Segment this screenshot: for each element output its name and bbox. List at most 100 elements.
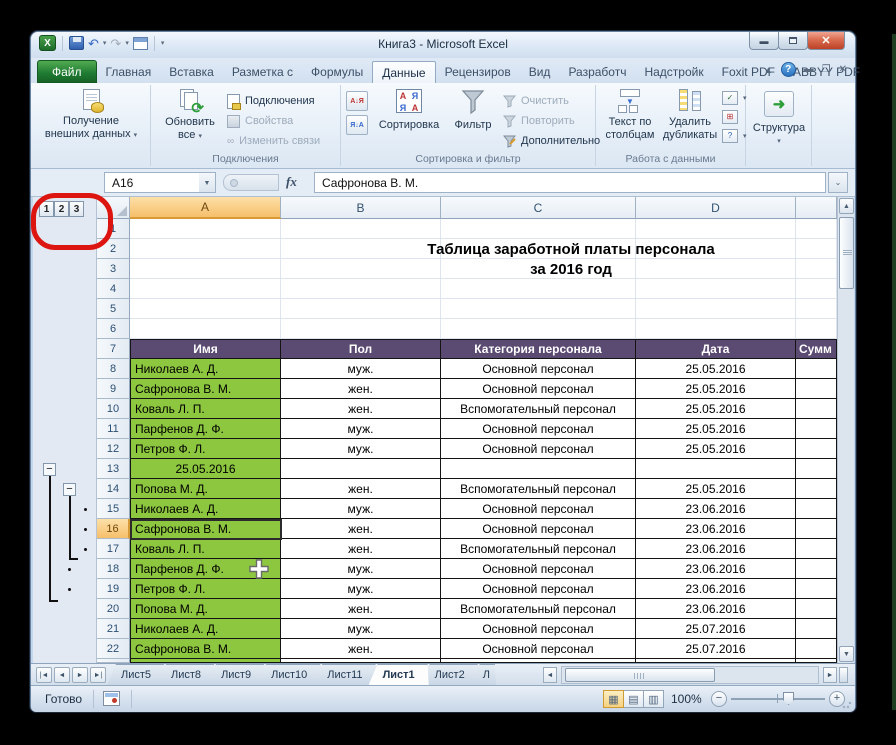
tab-file[interactable]: Файл bbox=[37, 60, 97, 83]
cell-gender[interactable]: муж. bbox=[281, 499, 441, 519]
row-header[interactable]: 12 bbox=[97, 439, 130, 459]
cell-name[interactable]: Сафронова В. М. bbox=[130, 379, 281, 399]
what-if-analysis-button[interactable]: ?▾ bbox=[722, 128, 747, 144]
formula-input[interactable]: Сафронова В. М. bbox=[314, 172, 826, 193]
tab-insert[interactable]: Вставка bbox=[160, 61, 223, 83]
cell-date[interactable]: 25.05.2016 bbox=[636, 479, 796, 499]
cell-sum[interactable] bbox=[796, 579, 837, 599]
cell-date[interactable]: 25.07.2016 bbox=[636, 639, 796, 659]
sort-button[interactable]: АЯЯА Сортировка bbox=[373, 89, 445, 132]
cell-name[interactable]: Николаев А. Д. bbox=[130, 619, 281, 639]
excel-logo-icon[interactable]: X bbox=[39, 35, 56, 51]
scroll-down-icon[interactable]: ▼ bbox=[839, 646, 854, 662]
column-header-c[interactable]: C bbox=[441, 197, 636, 219]
sheet-tab[interactable]: Лист8 bbox=[157, 664, 215, 685]
workbook-restore-icon[interactable]: ❐ bbox=[822, 64, 831, 75]
scroll-right-icon[interactable]: ► bbox=[823, 667, 837, 683]
last-sheet-icon[interactable]: ►| bbox=[90, 667, 106, 683]
cell-date[interactable]: 23.06.2016 bbox=[636, 559, 796, 579]
cell-category[interactable]: Основной персонал bbox=[441, 559, 636, 579]
scroll-up-icon[interactable]: ▲ bbox=[839, 198, 854, 214]
cell-category[interactable]: Основной персонал bbox=[441, 619, 636, 639]
column-header-a[interactable]: A bbox=[130, 197, 281, 219]
cell-gender[interactable]: жен. bbox=[281, 639, 441, 659]
filter-button[interactable]: Фильтр bbox=[447, 89, 499, 132]
cell-name[interactable]: Петров Ф. Л. bbox=[130, 579, 281, 599]
vertical-scrollbar-thumb[interactable] bbox=[839, 217, 854, 289]
advanced-filter-button[interactable]: Дополнительно bbox=[503, 131, 600, 151]
row-header[interactable]: 15 bbox=[97, 499, 130, 519]
sort-za-button[interactable]: Я↓А bbox=[346, 115, 368, 135]
minimize-button[interactable]: ▬ bbox=[749, 32, 779, 50]
save-icon[interactable] bbox=[69, 36, 84, 50]
cell-category[interactable] bbox=[441, 459, 636, 479]
consolidate-button[interactable]: ⊞ bbox=[722, 109, 747, 125]
horizontal-scrollbar-thumb[interactable] bbox=[565, 668, 715, 682]
sort-az-button[interactable]: А↓Я bbox=[346, 91, 368, 111]
cell-date[interactable]: 23.06.2016 bbox=[636, 599, 796, 619]
row-header[interactable]: 6 bbox=[97, 319, 130, 339]
row-header[interactable]: 14 bbox=[97, 479, 130, 499]
cell-date[interactable] bbox=[636, 459, 796, 479]
column-header-e[interactable] bbox=[796, 197, 837, 219]
cell-name[interactable]: Николаев А. Д. bbox=[130, 499, 281, 519]
row-header[interactable]: 17 bbox=[97, 539, 130, 559]
view-page-break-icon[interactable]: ▥ bbox=[643, 690, 664, 708]
cell-category[interactable]: Вспомогательный персонал bbox=[441, 599, 636, 619]
column-header-d[interactable]: D bbox=[636, 197, 796, 219]
cell-sum[interactable] bbox=[796, 499, 837, 519]
tab-formulas[interactable]: Формулы bbox=[302, 61, 372, 83]
row-header[interactable]: 19 bbox=[97, 579, 130, 599]
cell-sum[interactable] bbox=[796, 459, 837, 479]
row-header[interactable]: 11 bbox=[97, 419, 130, 439]
resize-grip[interactable] bbox=[842, 699, 852, 709]
cell-sum[interactable] bbox=[796, 419, 837, 439]
row-header[interactable]: 10 bbox=[97, 399, 130, 419]
tab-review[interactable]: Рецензиров bbox=[436, 61, 520, 83]
header-sum[interactable]: Сумм bbox=[796, 339, 837, 359]
cell-sum[interactable] bbox=[796, 539, 837, 559]
collapse-subgroup-button[interactable]: − bbox=[63, 483, 76, 496]
vertical-scrollbar[interactable]: ▲ ▼ bbox=[837, 197, 854, 663]
next-sheet-icon[interactable]: ► bbox=[72, 667, 88, 683]
cell-category[interactable]: Основной персонал bbox=[441, 439, 636, 459]
row-header[interactable]: 21 bbox=[97, 619, 130, 639]
workbook-minimize-icon[interactable]: ▬ bbox=[804, 64, 814, 75]
view-normal-icon[interactable]: ▦ bbox=[603, 690, 624, 708]
row-header[interactable]: 5 bbox=[97, 299, 130, 319]
cell-name[interactable]: Петров Ф. Л. bbox=[130, 439, 281, 459]
cell-sum[interactable] bbox=[796, 559, 837, 579]
header-date[interactable]: Дата bbox=[636, 339, 796, 359]
zoom-slider-track[interactable] bbox=[731, 698, 825, 700]
cell-date[interactable]: 25.05.2016 bbox=[636, 419, 796, 439]
undo-icon[interactable]: ↶ bbox=[88, 37, 99, 50]
cell-gender[interactable]: муж. bbox=[281, 619, 441, 639]
cell-gender[interactable]: жен. bbox=[281, 399, 441, 419]
qat-customize-icon[interactable]: ▾ bbox=[161, 39, 165, 47]
cell-name[interactable]: Коваль Л. П. bbox=[130, 539, 281, 559]
cell-category[interactable]: Основной персонал bbox=[441, 519, 636, 539]
row-header[interactable]: 3 bbox=[97, 259, 130, 279]
cell-name[interactable]: Коваль Л. П. bbox=[130, 399, 281, 419]
cell-category[interactable]: Основной персонал bbox=[441, 419, 636, 439]
cell-date[interactable]: 25.07.2016 bbox=[636, 619, 796, 639]
cell-name[interactable]: Сафронова В. М. bbox=[130, 639, 281, 659]
cell-category[interactable]: Вспомогательный персонал bbox=[441, 479, 636, 499]
cell-sum[interactable] bbox=[796, 399, 837, 419]
zoom-out-icon[interactable]: − bbox=[711, 691, 727, 707]
row-header[interactable]: 8 bbox=[97, 359, 130, 379]
restore-button[interactable] bbox=[778, 32, 808, 50]
cell-gender[interactable]: жен. bbox=[281, 599, 441, 619]
cell-date[interactable]: 23.06.2016 bbox=[636, 519, 796, 539]
cell-gender[interactable]: муж. bbox=[281, 439, 441, 459]
cell-category[interactable]: Основной персонал bbox=[441, 499, 636, 519]
quick-print-preview-icon[interactable] bbox=[133, 37, 148, 50]
close-button[interactable]: ✕ bbox=[807, 32, 845, 50]
cell-category[interactable]: Вспомогательный персонал bbox=[441, 399, 636, 419]
cell-date[interactable]: 25.05.2016 bbox=[636, 439, 796, 459]
undo-dropdown-icon[interactable]: ▾ bbox=[103, 39, 107, 47]
cell-sum[interactable] bbox=[796, 439, 837, 459]
horizontal-scrollbar[interactable] bbox=[561, 666, 819, 684]
cell-sum[interactable] bbox=[796, 479, 837, 499]
header-category[interactable]: Категория персонала bbox=[441, 339, 636, 359]
